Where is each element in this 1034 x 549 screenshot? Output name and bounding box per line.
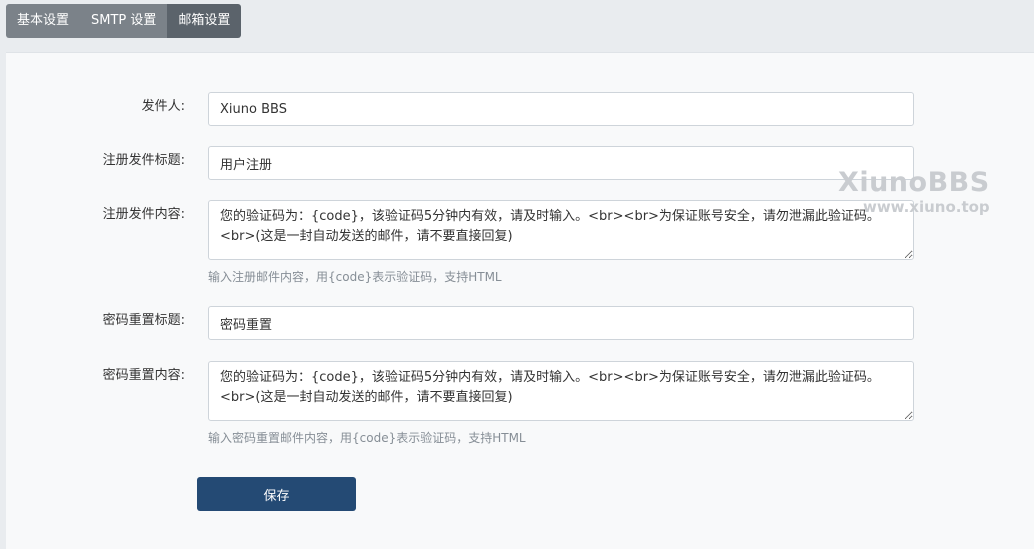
reset-subject-input[interactable] — [208, 306, 914, 340]
settings-tabs: 基本设置 SMTP 设置 邮箱设置 — [6, 4, 242, 38]
save-button[interactable]: 保存 — [197, 477, 356, 511]
register-subject-label: 注册发件标题: — [102, 153, 185, 168]
reset-subject-label: 密码重置标题: — [102, 313, 185, 328]
reset-content-help: 输入密码重置邮件内容，用{code}表示验证码，支持HTML — [208, 431, 526, 445]
tab-mailbox-settings[interactable]: 邮箱设置 — [167, 4, 242, 38]
register-content-help: 输入注册邮件内容，用{code}表示验证码，支持HTML — [208, 270, 502, 284]
watermark-title: XiunoBBS — [838, 167, 990, 198]
register-subject-input[interactable] — [208, 146, 914, 180]
sender-input[interactable] — [208, 92, 914, 126]
mail-settings-panel: 发件人: 注册发件标题: 注册发件内容: 您的验证码为：{code}，该验证码5… — [6, 52, 1034, 549]
watermark-url: www.xiuno.top — [862, 198, 990, 216]
xiunobbs-watermark: XiunoBBS www.xiuno.top — [838, 167, 990, 217]
reset-content-textarea[interactable]: 您的验证码为：{code}，该验证码5分钟内有效，请及时输入。<br><br>为… — [208, 361, 914, 421]
tab-smtp-settings[interactable]: SMTP 设置 — [80, 4, 168, 38]
register-content-label: 注册发件内容: — [102, 207, 185, 222]
sender-label: 发件人: — [141, 99, 185, 114]
register-content-textarea[interactable]: 您的验证码为：{code}，该验证码5分钟内有效，请及时输入。<br><br>为… — [208, 200, 914, 260]
tab-basic-settings[interactable]: 基本设置 — [6, 4, 81, 38]
reset-content-label: 密码重置内容: — [102, 368, 185, 383]
